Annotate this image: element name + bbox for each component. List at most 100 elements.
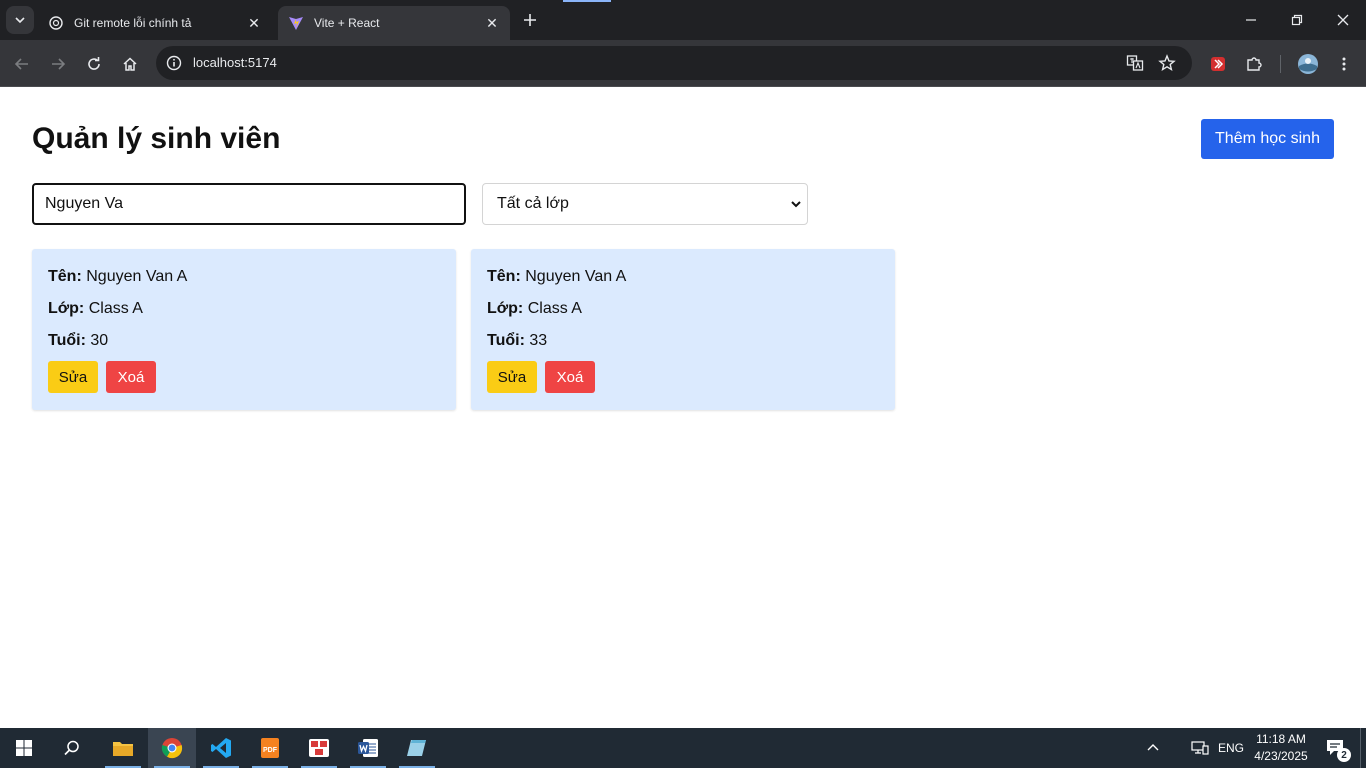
vscode-icon: [211, 738, 231, 758]
file-explorer-taskbar-button[interactable]: [99, 728, 147, 768]
page-title: Quản lý sinh viên: [32, 122, 281, 155]
extension-button[interactable]: [1204, 50, 1232, 78]
show-hidden-icons-button[interactable]: [1142, 728, 1164, 768]
close-window-button[interactable]: [1320, 0, 1366, 40]
chrome-icon: [161, 738, 183, 759]
student-class: Class A: [88, 300, 143, 317]
toolbar-divider: [1280, 55, 1281, 73]
windows-logo-icon: [16, 740, 32, 756]
language-indicator[interactable]: ENG: [1218, 728, 1244, 768]
kebab-menu-icon: [1342, 57, 1346, 71]
forward-button[interactable]: [44, 50, 72, 78]
network-button[interactable]: [1188, 728, 1212, 768]
new-tab-button[interactable]: [518, 8, 542, 32]
tab-search-button[interactable]: [6, 6, 34, 34]
class-filter-select[interactable]: Tất cả lớp: [482, 183, 808, 225]
plus-icon: [524, 14, 536, 26]
chevron-down-icon: [15, 17, 25, 24]
site-info-icon[interactable]: [162, 51, 186, 75]
app-taskbar-button[interactable]: [295, 728, 343, 768]
reload-button[interactable]: [80, 50, 108, 78]
student-class: Class A: [527, 300, 582, 317]
pdf-icon: PDF: [261, 738, 279, 758]
chrome-taskbar-button[interactable]: [148, 728, 196, 768]
delete-button[interactable]: Xoá: [545, 361, 595, 393]
student-age-row: Tuổi: 30: [48, 332, 108, 350]
start-button[interactable]: [0, 728, 48, 768]
chevron-up-icon: [1147, 744, 1159, 751]
app-icon: [309, 739, 329, 757]
puzzle-icon: [1247, 57, 1262, 71]
translate-icon[interactable]: [1123, 51, 1147, 75]
arrow-left-icon: [14, 58, 28, 70]
age-label: Tuổi:: [48, 332, 86, 349]
age-label: Tuổi:: [487, 332, 525, 349]
menu-button[interactable]: [1330, 50, 1358, 78]
svg-text:PDF: PDF: [263, 747, 278, 754]
close-tab-icon[interactable]: ✕: [246, 15, 262, 31]
delete-button[interactable]: Xoá: [106, 361, 156, 393]
folder-icon: [113, 742, 133, 756]
student-name-row: Tên: Nguyen Van A: [48, 268, 187, 286]
close-icon: [1337, 14, 1349, 26]
url-text[interactable]: localhost:5174: [193, 55, 277, 70]
windows-taskbar: PDF ENG 11:18 AM 4/23/2025 2: [0, 728, 1366, 768]
extensions-button[interactable]: [1240, 50, 1268, 78]
reload-icon: [88, 57, 100, 70]
tab-title: Git remote lỗi chính tả: [74, 16, 192, 30]
notification-count-badge: 2: [1337, 748, 1351, 762]
clock[interactable]: 11:18 AM 4/23/2025: [1249, 731, 1313, 765]
notification-button[interactable]: 2: [1322, 728, 1351, 768]
home-button[interactable]: [116, 50, 144, 78]
address-bar[interactable]: localhost:5174: [156, 46, 1192, 80]
close-tab-icon[interactable]: ✕: [484, 15, 500, 31]
student-name-row: Tên: Nguyen Van A: [487, 268, 626, 286]
tab-vite-react[interactable]: Vite + React ✕: [278, 6, 510, 40]
profile-button[interactable]: [1294, 50, 1322, 78]
home-icon: [123, 57, 137, 71]
clock-date: 4/23/2025: [1254, 749, 1308, 763]
restore-icon: [1291, 14, 1303, 26]
openai-favicon-icon: [48, 15, 64, 31]
name-label: Tên:: [487, 268, 521, 285]
word-taskbar-button[interactable]: [344, 728, 392, 768]
class-label: Lớp:: [487, 300, 524, 317]
tab-git-remote[interactable]: Git remote lỗi chính tả ✕: [38, 6, 272, 40]
tab-title: Vite + React: [314, 16, 380, 30]
student-card: Tên: Nguyen Van A Lớp: Class A Tuổi: 30 …: [32, 249, 456, 410]
search-taskbar-button[interactable]: [48, 728, 96, 768]
show-desktop-button[interactable]: [1360, 728, 1366, 768]
restore-button[interactable]: [1274, 0, 1320, 40]
browser-toolbar: localhost:5174: [0, 40, 1366, 87]
word-icon: [358, 739, 378, 757]
notepad-icon: [407, 740, 426, 756]
avatar-icon: [1298, 54, 1318, 74]
vscode-taskbar-button[interactable]: [197, 728, 245, 768]
search-input[interactable]: [32, 183, 466, 225]
chevron-down-icon: [791, 201, 801, 208]
class-label: Lớp:: [48, 300, 85, 317]
tab-group-indicator: [563, 0, 611, 2]
name-label: Tên:: [48, 268, 82, 285]
network-icon: [1191, 741, 1209, 755]
class-filter-value: Tất cả lớp: [497, 195, 569, 212]
pdf-reader-taskbar-button[interactable]: PDF: [246, 728, 294, 768]
student-card: Tên: Nguyen Van A Lớp: Class A Tuổi: 33 …: [471, 249, 895, 410]
extension-red-icon: [1211, 57, 1225, 71]
bookmark-star-icon[interactable]: [1155, 51, 1179, 75]
student-class-row: Lớp: Class A: [48, 300, 143, 318]
student-class-row: Lớp: Class A: [487, 300, 582, 318]
search-icon: [64, 740, 79, 756]
browser-tab-strip: Git remote lỗi chính tả ✕ Vite + React ✕: [0, 0, 1366, 40]
notepad-taskbar-button[interactable]: [393, 728, 441, 768]
back-button[interactable]: [8, 50, 36, 78]
minimize-button[interactable]: [1228, 0, 1274, 40]
minimize-icon: [1246, 19, 1256, 21]
add-student-button[interactable]: Thêm học sinh: [1201, 119, 1334, 159]
clock-time: 11:18 AM: [1256, 732, 1306, 746]
edit-button[interactable]: Sửa: [48, 361, 98, 393]
edit-button[interactable]: Sửa: [487, 361, 537, 393]
student-name: Nguyen Van A: [525, 268, 627, 285]
student-age-row: Tuổi: 33: [487, 332, 547, 350]
student-age: 30: [90, 332, 109, 349]
